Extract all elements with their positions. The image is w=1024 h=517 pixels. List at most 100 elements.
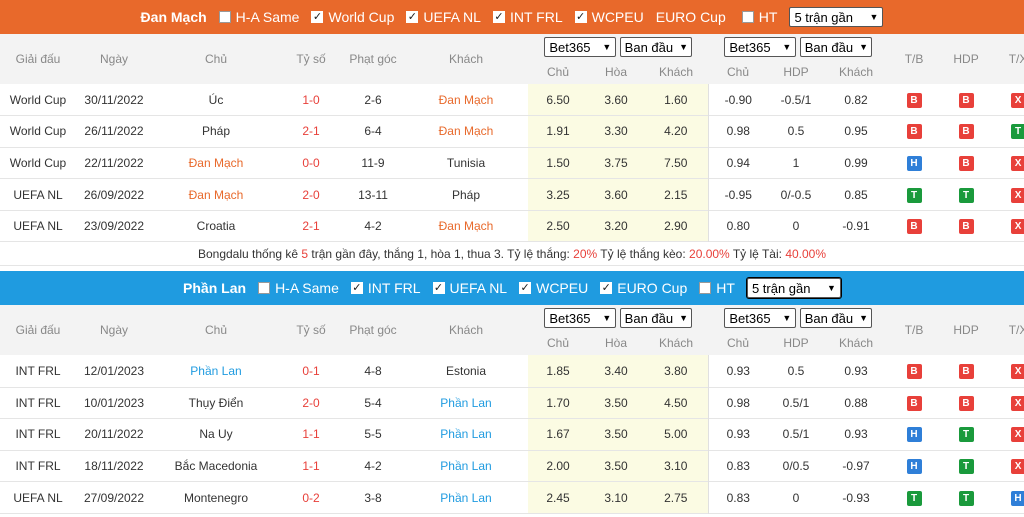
asian-home-cell: 0.94	[707, 147, 769, 179]
tb-result-badge: T	[906, 490, 922, 506]
home-team-link[interactable]: Pháp	[152, 116, 280, 148]
header-asian-away: Khách	[824, 331, 889, 356]
away-team-link[interactable]: Pháp	[404, 179, 528, 211]
table-row: World Cup 26/11/2022 Pháp 2-1 6-4 Đan Mạch 1.9…	[0, 115, 1024, 148]
tb-result-cell: B	[888, 116, 940, 148]
home-team-link-text[interactable]: Đan Mạch	[189, 156, 244, 170]
tx-result-badge: X	[1010, 459, 1024, 475]
score-cell-text: 2-0	[302, 187, 320, 202]
filter-uefa-nl[interactable]: ✓ UEFA NL	[432, 280, 507, 296]
filter-euro-cup[interactable]: EURO Cup	[656, 9, 726, 25]
away-team-link[interactable]: Phần Lan	[404, 419, 528, 451]
filter-ha-same[interactable]: H-A Same	[258, 280, 339, 296]
away-team-link[interactable]: Đan Mạch	[404, 84, 528, 116]
filter-int-frl[interactable]: ✓ INT FRL	[350, 280, 421, 296]
away-team-link[interactable]: Tunisia	[404, 147, 528, 179]
filter-world-cup[interactable]: ✓ World Cup	[311, 9, 394, 25]
home-team-link[interactable]: Đan Mạch	[152, 179, 280, 211]
filter-uefa-nl[interactable]: ✓ UEFA NL	[406, 9, 481, 25]
away-team-link[interactable]: Phần Lan	[404, 450, 528, 482]
header-league: Giải đấu	[0, 305, 76, 356]
home-team-link[interactable]: Bắc Macedonia	[152, 450, 280, 482]
tx-result-cell: H	[992, 482, 1024, 514]
odds-draw-cell: 3.60	[588, 84, 644, 116]
home-team-link[interactable]: Montenegro	[152, 482, 280, 514]
away-team-link-text[interactable]: Đan Mạch	[439, 124, 494, 138]
filter-ha-same[interactable]: H-A Same	[218, 9, 299, 25]
header-hdp: HDP	[940, 34, 993, 84]
bookmaker-select[interactable]: Bet365 ▼	[544, 308, 617, 329]
checkbox-checked-icon[interactable]: ✓	[311, 11, 324, 23]
checkbox-checked-icon[interactable]: ✓	[492, 11, 505, 23]
tx-result-cell: X	[992, 210, 1024, 242]
checkbox-icon[interactable]	[741, 11, 754, 23]
home-team-link[interactable]: Úc	[152, 84, 280, 116]
hdp-result-cell: B	[940, 116, 992, 148]
asian-home-cell: 0.98	[707, 387, 769, 419]
checkbox-checked-icon[interactable]: ✓	[406, 11, 419, 23]
home-team-link[interactable]: Phần Lan	[152, 355, 280, 387]
hdp-result-cell: T	[940, 179, 992, 211]
date-cell: 12/01/2023	[83, 364, 145, 379]
asian-hdp-cell: 0/0.5	[782, 459, 810, 474]
away-team-link-text[interactable]: Phần Lan	[440, 396, 491, 410]
filter-wcpeu[interactable]: ✓ WCPEU	[574, 9, 644, 25]
asian-hdp-cell: 0	[792, 219, 800, 234]
away-team-link-text[interactable]: Phần Lan	[440, 491, 491, 505]
home-team-link-text[interactable]: Đan Mạch	[189, 188, 244, 202]
away-team-link[interactable]: Phần Lan	[404, 387, 528, 419]
odds-kind-select[interactable]: Ban đầu ▼	[619, 308, 692, 329]
away-team-link-text[interactable]: Phần Lan	[440, 459, 491, 473]
away-team-link[interactable]: Estonia	[404, 355, 528, 387]
date-cell: 26/09/2022	[83, 187, 145, 202]
filter-ht[interactable]: HT	[741, 9, 777, 25]
odds-kind-select[interactable]: Ban đầu ▼	[799, 308, 872, 329]
range-select[interactable]: 5 trận gần ▼	[745, 277, 842, 300]
away-team-link[interactable]: Đan Mạch	[404, 116, 528, 148]
home-team-link[interactable]: Na Uy	[152, 419, 280, 451]
odds-home-cell: 2.45	[528, 481, 588, 514]
score-cell: 2-1	[280, 116, 342, 148]
away-team-link[interactable]: Đan Mạch	[404, 210, 528, 242]
header-away: Khách	[404, 305, 528, 356]
table-row: INT FRL 18/11/2022 Bắc Macedonia 1-1 4-2 Phần…	[0, 450, 1024, 482]
home-team-link[interactable]: Đan Mạch	[152, 147, 280, 179]
checkbox-checked-icon[interactable]: ✓	[600, 282, 613, 295]
bookmaker-select[interactable]: Bet365 ▼	[544, 37, 617, 57]
filter-wcpeu[interactable]: ✓ WCPEU	[519, 280, 588, 296]
home-team-link[interactable]: Croatia	[152, 210, 280, 242]
hdp-result-badge: B	[958, 364, 974, 380]
away-team-link-text[interactable]: Đan Mạch	[439, 93, 494, 107]
away-team-link[interactable]: Phần Lan	[404, 482, 528, 514]
home-team-link[interactable]: Thụy Điển	[152, 387, 280, 419]
away-team-link-text[interactable]: Đan Mạch	[439, 219, 494, 233]
away-team-link-text[interactable]: Phần Lan	[440, 427, 491, 441]
bookmaker-select[interactable]: Bet365 ▼	[724, 37, 797, 57]
filter-ht[interactable]: HT	[699, 280, 735, 296]
chevron-down-icon: ▼	[602, 42, 612, 52]
odds-away-cell: 2.15	[644, 178, 709, 211]
checkbox-checked-icon[interactable]: ✓	[432, 282, 445, 295]
odds-home-cell: 6.50	[528, 84, 588, 116]
odds-away-cell: 5.00	[644, 418, 709, 451]
checkbox-checked-icon[interactable]: ✓	[574, 11, 587, 23]
range-select[interactable]: 5 trận gần ▼	[789, 7, 884, 27]
score-cell-text: 2-0	[302, 395, 320, 410]
checkbox-icon[interactable]	[699, 282, 712, 295]
checkbox-icon[interactable]	[258, 282, 271, 295]
results-table-finland: Giải đấu Ngày Chủ Tỷ số Phạt góc Khách B…	[0, 305, 1024, 514]
table-row: UEFA NL 26/09/2022 Đan Mạch 2-0 13-11 Pháp 3.2…	[0, 178, 1024, 211]
score-cell: 2-0	[280, 179, 342, 211]
bookmaker-select[interactable]: Bet365 ▼	[724, 308, 797, 329]
checkbox-checked-icon[interactable]: ✓	[519, 282, 532, 295]
filter-euro-cup[interactable]: ✓ EURO Cup	[600, 280, 687, 296]
tx-result-badge: X	[1010, 364, 1024, 380]
odds-kind-select[interactable]: Ban đầu ▼	[619, 37, 692, 57]
checkbox-checked-icon[interactable]: ✓	[350, 282, 363, 295]
checkbox-icon[interactable]	[218, 11, 231, 23]
score-cell-text: 1-1	[302, 427, 320, 442]
odds-draw-cell: 3.50	[588, 387, 644, 419]
filter-int-frl[interactable]: ✓ INT FRL	[492, 9, 563, 25]
odds-kind-select[interactable]: Ban đầu ▼	[799, 37, 872, 57]
home-team-link-text[interactable]: Phần Lan	[190, 364, 241, 378]
